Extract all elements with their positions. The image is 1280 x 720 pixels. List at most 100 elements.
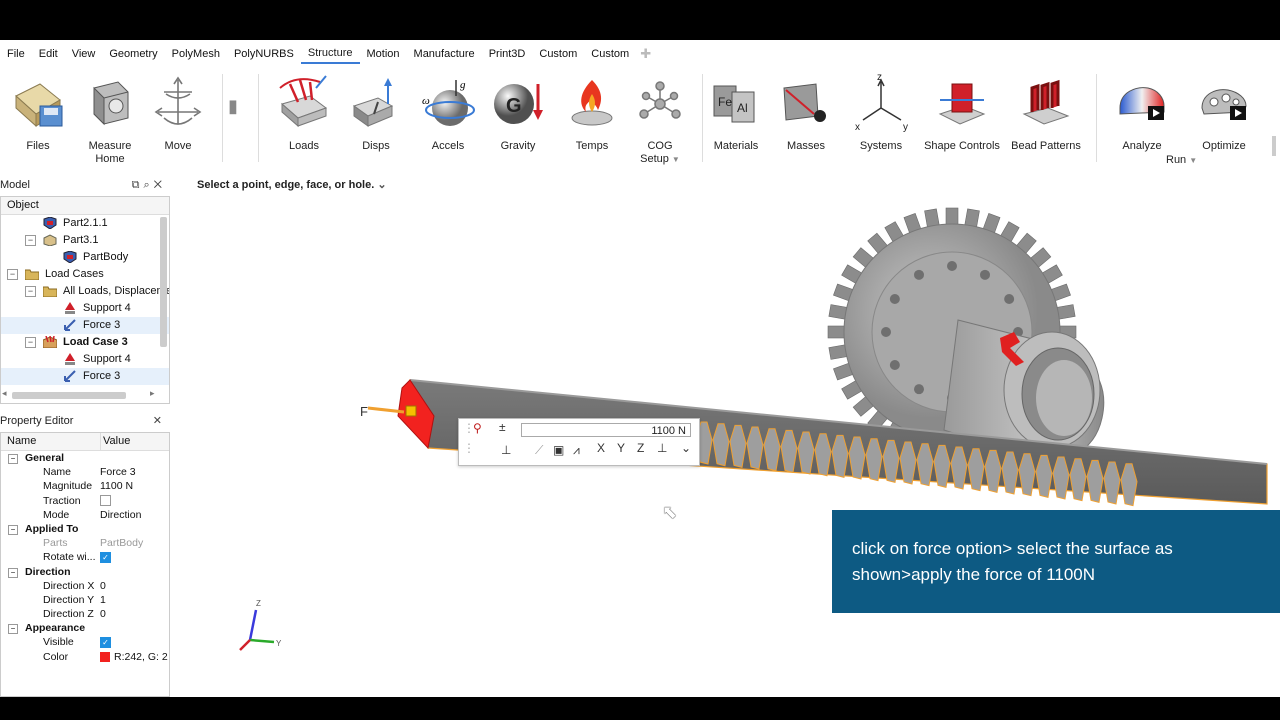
tree-item-support-4-b[interactable]: Support 4 [1,351,169,368]
systems-icon: z x y [853,72,909,133]
menu-edit[interactable]: Edit [32,44,65,64]
tree-item-part3-1[interactable]: − Part3.1 [1,232,169,249]
collapse-icon[interactable]: − [8,624,18,635]
disps-button[interactable]: Disps [336,74,416,153]
masses-button[interactable]: Masses [766,74,846,153]
scroll-right-icon[interactable]: ▸ [150,388,155,399]
add-ribbon-icon[interactable]: ✚ [636,46,651,62]
traction-checkbox[interactable] [100,495,111,507]
loads-button[interactable]: Loads [264,74,344,153]
shape-controls-icon [934,74,990,132]
tree-item-load-cases[interactable]: − Load Cases [1,266,169,283]
collapse-icon[interactable]: − [8,524,18,535]
gear-rack-model[interactable]: F [172,172,1280,697]
menu-custom-1[interactable]: Custom [532,44,584,64]
files-icon [10,74,66,132]
search-icon[interactable]: ⌕ [143,179,153,191]
tree-item-load-case-3[interactable]: − Load Case 3 [1,334,169,351]
tree-item-part2-1-1[interactable]: Part2.1.1 [1,215,169,232]
close-icon[interactable]: ✕ [153,415,166,427]
gravity-button[interactable]: G Gravity [478,74,558,153]
prop-rotate[interactable]: Rotate wi... ✓ [1,550,169,564]
edge-icon[interactable]: ⟋ [535,443,543,458]
bead-patterns-button[interactable]: Bead Patterns [1006,74,1086,153]
menu-polymesh[interactable]: PolyMesh [165,44,227,64]
analyze-button[interactable]: Analyze [1102,74,1182,153]
surface-icon[interactable]: ▣ [553,443,564,457]
group-general[interactable]: − General [1,451,169,465]
menu-file[interactable]: File [0,44,32,64]
menu-geometry[interactable]: Geometry [102,44,164,64]
prop-color[interactable]: Color R:242, G: 2 [1,650,169,664]
materials-button[interactable]: Fe Al Materials [696,74,776,153]
menu-structure[interactable]: Structure [300,44,360,64]
prop-magnitude[interactable]: Magnitude 1100 N [1,479,169,493]
z-direction-button[interactable]: Z [637,441,644,455]
run-group-label[interactable]: Run ▼ [1166,154,1197,166]
prop-traction[interactable]: Traction [1,494,169,508]
magnitude-input[interactable]: 1100 N [521,423,691,437]
visible-checkbox[interactable]: ✓ [100,637,111,649]
gear-hole [980,269,990,280]
drag-handle-icon[interactable]: ⋮ [463,441,475,455]
collapse-icon[interactable]: − [7,269,18,280]
group-direction[interactable]: − Direction [1,565,169,579]
cog-setup-button[interactable]: COG Setup ▼ [620,74,700,166]
collapsed-group-icon[interactable]: ▮ [228,96,242,120]
expand-icon[interactable]: ⌄ [681,441,691,455]
tree-vertical-scrollbar[interactable] [160,217,167,347]
tree-item-all-loads[interactable]: − All Loads, Displaceme [1,283,169,300]
tree-item-force-3[interactable]: Force 3 [1,317,169,334]
prop-parts: Parts PartBody [43,537,144,550]
collapse-icon[interactable]: − [8,454,18,464]
prop-name[interactable]: Name Force 3 [1,465,169,479]
rotate-checkbox[interactable]: ✓ [100,552,111,564]
menu-custom-2[interactable]: Custom [584,44,636,64]
menu-manufacture[interactable]: Manufacture [407,44,482,64]
normal-icon[interactable]: ⩘ [573,443,580,458]
collapse-icon[interactable]: − [25,337,36,348]
ribbon-scroll-handle[interactable] [1272,136,1276,156]
menu-view[interactable]: View [65,44,103,64]
prop-direction-y[interactable]: Direction Y1 [1,593,169,607]
perpendicular-icon[interactable]: ⊥ [657,441,667,455]
accels-button[interactable]: gω Accels [408,74,488,153]
tree-item-support-4[interactable]: Support 4 [1,300,169,317]
tree-item-partbody[interactable]: PartBody [1,249,169,266]
prop-visible[interactable]: Visible ✓ [1,635,169,649]
shape-controls-button[interactable]: Shape Controls [922,74,1002,153]
prop-direction-x[interactable]: Direction X0 [1,579,169,593]
optimize-button[interactable]: Optimize [1184,74,1264,153]
collapse-icon[interactable]: − [25,286,36,297]
flip-direction-icon[interactable]: ± [499,420,506,434]
tree-horizontal-scrollbar[interactable]: ◂ ▸ [0,388,170,402]
move-button[interactable]: Move [138,74,218,153]
force-icon [63,319,77,331]
force-type-icon[interactable]: ⚲ [473,421,482,435]
group-applied-to[interactable]: − Applied To [1,522,169,536]
svg-text:Fe: Fe [718,95,732,109]
files-button[interactable]: Files [0,74,78,153]
scroll-left-icon[interactable]: ◂ [2,388,7,399]
axis-system-icon[interactable]: ⊥ [501,443,511,457]
y-direction-button[interactable]: Y [617,441,625,455]
x-direction-button[interactable]: X [597,441,605,455]
menu-polynurbs[interactable]: PolyNURBS [227,44,301,64]
tutorial-caption: click on force option> select the surfac… [832,510,1280,613]
svg-text:Al: Al [737,101,748,115]
close-icon[interactable]: ✕ [154,179,166,191]
systems-button[interactable]: zxy Systems [841,72,921,153]
color-swatch[interactable] [100,651,110,662]
dock-icon[interactable]: ⧉ [132,179,144,191]
prop-mode[interactable]: Mode Direction [1,508,169,522]
collapse-icon[interactable]: − [8,567,18,578]
collapse-icon[interactable]: − [25,235,36,246]
chevron-down-icon[interactable]: ▼ [1189,156,1197,165]
modeling-viewport[interactable]: Select a point, edge, face, or hole. ⌄ F… [172,172,1280,697]
menu-print3d[interactable]: Print3D [482,44,533,64]
chevron-down-icon[interactable]: ▼ [672,155,680,164]
prop-direction-z[interactable]: Direction Z0 [1,607,169,621]
menu-motion[interactable]: Motion [360,44,407,64]
tree-item-force-3-b[interactable]: Force 3 [1,368,169,385]
group-appearance[interactable]: − Appearance [1,621,169,635]
